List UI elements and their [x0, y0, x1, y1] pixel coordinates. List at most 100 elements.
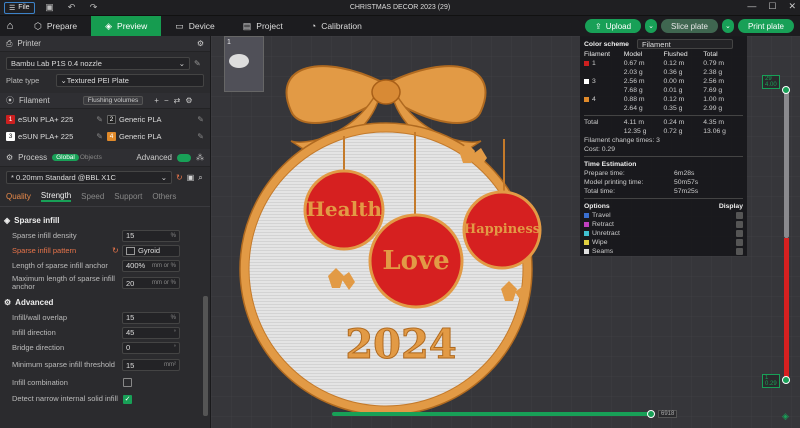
tab-calibration[interactable]: ◔ Calibration — [297, 16, 376, 36]
flushing-volumes-button[interactable]: Flushing volumes — [82, 96, 144, 105]
sidebar-scrollbar[interactable] — [203, 296, 208, 416]
advanced-switch[interactable] — [177, 153, 191, 162]
sparse-infill-pattern-select[interactable]: Gyroid — [122, 244, 180, 257]
plate-type-label: Plate type — [6, 76, 40, 85]
plate-thumbnail[interactable]: 1 — [224, 36, 264, 92]
tab-prepare[interactable]: ⬡ Prepare — [20, 16, 91, 36]
sparse-anchor-max-input[interactable]: 20 mm or % — [122, 277, 180, 289]
tab-preview[interactable]: ◈ Preview — [91, 16, 162, 36]
upload-button[interactable]: ⇪ Upload — [584, 19, 642, 33]
move-slider-handle[interactable] — [647, 410, 655, 418]
color-scheme-label: Color scheme — [584, 40, 629, 48]
filament-color-swatch — [584, 96, 589, 102]
maximize-icon[interactable]: ☐ — [768, 1, 776, 12]
infill-direction-input[interactable]: 45 ° — [122, 326, 180, 339]
process-profile-select[interactable]: * 0.20mm Standard @BBL X1C ⌄ — [6, 171, 172, 184]
search-icon[interactable]: ⌕ — [198, 173, 202, 183]
filament-edit-icon[interactable]: ✎ — [197, 132, 204, 141]
filament-edit-icon[interactable]: ✎ — [96, 115, 103, 124]
save-icon[interactable]: ▣ — [43, 2, 57, 13]
option-display-toggle[interactable] — [736, 239, 743, 246]
tab-speed[interactable]: Speed — [81, 192, 104, 201]
option-wipe: Wipe — [584, 238, 743, 247]
global-toggle[interactable]: Global — [52, 154, 79, 161]
filament-slot-4[interactable]: 4 Generic PLA ✎ — [107, 132, 204, 141]
undo-icon[interactable]: ↶ — [65, 2, 79, 13]
slice-plate-button[interactable]: Slice plate — [661, 19, 718, 33]
color-scheme-select[interactable]: Filament — [636, 39, 733, 49]
plate-type-select[interactable]: ⌄ Textured PEI Plate — [55, 74, 204, 87]
add-filament-icon[interactable]: + — [154, 96, 159, 105]
printer-select[interactable]: Bambu Lab P1S 0.4 nozzle ⌄ — [6, 57, 190, 70]
advanced-group: ⚙ Advanced — [4, 297, 54, 307]
print-plate-button[interactable]: Print plate — [737, 19, 794, 33]
year-text: 2024 — [345, 321, 456, 368]
close-icon[interactable]: ✕ — [788, 1, 796, 12]
home-icon[interactable]: ⌂ — [0, 20, 20, 32]
infill-combination-checkbox[interactable] — [123, 378, 132, 387]
detect-narrow-infill-checkbox[interactable]: ✓ — [123, 394, 132, 404]
device-icon: ▭ — [175, 20, 184, 31]
filament-slot-1[interactable]: 1 eSUN PLA+ 225 ✎ — [6, 115, 103, 124]
infill-wall-overlap-input[interactable]: 15% — [122, 311, 180, 324]
save-profile-icon[interactable]: ▣ — [187, 173, 195, 182]
top-layer-label: 29 4.00 — [762, 75, 780, 89]
reset-icon[interactable]: ↻ — [112, 246, 119, 255]
filament-stat-row-weight: 2.64 g 0.35 g 2.99 g — [623, 105, 723, 112]
sparse-anchor-length-input[interactable]: 400% mm or % — [122, 259, 180, 272]
calibration-icon: ◔ — [310, 21, 317, 31]
objects-toggle[interactable]: Objects — [80, 154, 102, 161]
love-text: Love — [382, 246, 449, 276]
option-retract: Retract — [584, 220, 743, 229]
option-color-swatch — [584, 231, 589, 236]
printer-settings-icon[interactable]: ⚙ — [197, 39, 204, 48]
tab-support[interactable]: Support — [114, 192, 142, 201]
setting-row: Infill/wall overlap 15% — [0, 310, 210, 325]
filament-color-swatch — [584, 60, 589, 66]
option-travel: Travel — [584, 211, 743, 220]
file-menu-button[interactable]: ☰ File — [4, 1, 35, 14]
sparse-infill-group: ◈ Sparse infill — [4, 215, 60, 225]
minimize-icon[interactable]: — — [747, 1, 756, 12]
layers-icon[interactable]: ◈ — [782, 411, 789, 422]
compare-icon[interactable]: ⁂ — [196, 153, 204, 162]
filament-name: Generic PLA — [119, 132, 162, 141]
min-sparse-threshold-input[interactable]: 15 mm² — [122, 359, 180, 371]
setting-row: Length of sparse infill anchor 400% mm or … — [0, 258, 210, 273]
filament-settings-icon[interactable]: ⚙ — [185, 96, 192, 105]
option-display-toggle[interactable] — [736, 230, 743, 237]
sparse-infill-density-input[interactable]: 15% — [122, 229, 180, 242]
bridge-direction-input[interactable]: 0 ° — [122, 341, 180, 354]
option-display-toggle[interactable] — [736, 212, 743, 219]
infill-icon: ◈ — [4, 215, 11, 225]
filament-slot-3[interactable]: 3 eSUN PLA+ 225 ✎ — [6, 132, 103, 141]
process-section-header: ⚙ Process Global Objects Advanced ⁂ — [0, 149, 210, 167]
layer-bottom-handle[interactable] — [782, 376, 790, 384]
filament-sync-icon[interactable]: ⇄ — [174, 96, 181, 105]
bottom-layer-label: 1 0.29 — [762, 374, 780, 388]
tab-project[interactable]: ▤ Project — [229, 16, 297, 36]
option-display-toggle[interactable] — [736, 221, 743, 228]
move-slider[interactable] — [332, 412, 652, 416]
layer-top-handle[interactable] — [782, 86, 790, 94]
option-display-toggle[interactable] — [736, 248, 743, 255]
setting-row: Sparse infill pattern ↻ Gyroid — [0, 243, 210, 258]
tab-quality[interactable]: Quality — [6, 192, 31, 201]
tab-strength[interactable]: Strength — [40, 191, 72, 202]
plate-preview-icon — [229, 54, 249, 68]
filament-edit-icon[interactable]: ✎ — [96, 132, 103, 141]
filament-slot-2[interactable]: 2 Generic PLA ✎ — [107, 115, 204, 124]
redo-icon[interactable]: ↷ — [87, 2, 101, 13]
filament-icon: ⦿ — [6, 96, 14, 105]
reset-icon[interactable]: ↻ — [176, 173, 183, 182]
print-dropdown-button[interactable]: ⌄ — [721, 19, 734, 33]
filament-edit-icon[interactable]: ✎ — [197, 115, 204, 124]
option-unretract: Unretract — [584, 229, 743, 238]
title-bar: ☰ File ▣ ↶ ↷ CHRISTMAS DECOR 2023 (29) — … — [0, 0, 800, 16]
slice-dropdown-button[interactable]: ⌄ — [645, 19, 658, 33]
tab-others[interactable]: Others — [152, 192, 176, 201]
printer-edit-icon[interactable]: ✎ — [194, 59, 201, 68]
filament-stat-row: 4 0.88 m 0.12 m 1.00 m — [584, 95, 743, 104]
tab-device[interactable]: ▭ Device — [161, 16, 229, 36]
remove-filament-icon[interactable]: − — [164, 96, 169, 105]
